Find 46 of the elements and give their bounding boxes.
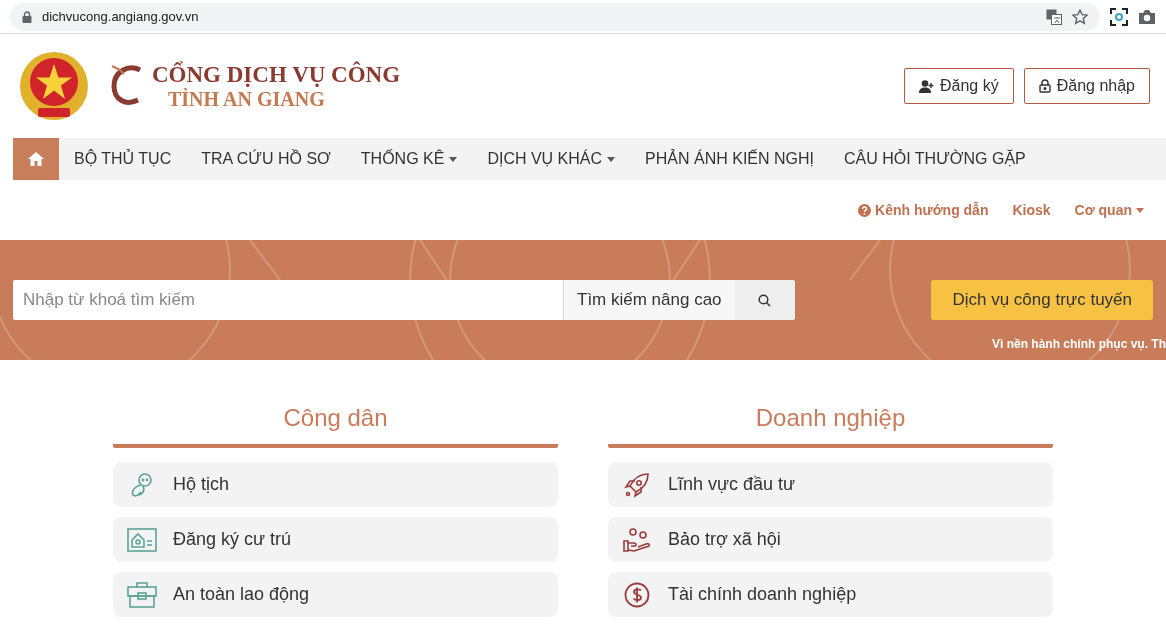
lock-icon <box>1038 79 1051 93</box>
province-name: TỈNH AN GIANG <box>168 87 326 111</box>
login-button[interactable]: Đăng nhập <box>1023 68 1150 104</box>
category-item[interactable]: Hộ tịch <box>113 462 558 507</box>
category-item[interactable]: Lĩnh vực đầu tư <box>608 462 1053 507</box>
nav-menu-item[interactable]: THỐNG KÊ <box>345 138 473 180</box>
search-icon <box>758 293 772 307</box>
search-field[interactable]: Nhập từ khoá tìm kiếm <box>13 280 563 320</box>
rocket-icon <box>624 471 650 498</box>
home-icon <box>27 151 45 167</box>
briefcase-icon <box>127 581 157 608</box>
online-services-button[interactable]: Dịch vụ công trực tuyến <box>931 280 1153 320</box>
hand-people-icon <box>623 527 651 552</box>
header-link[interactable]: Cơ quan <box>1074 202 1144 218</box>
screen-capture-icon[interactable] <box>1110 7 1128 26</box>
section-title: Doanh nghiệp <box>608 404 1053 448</box>
house-card-icon <box>127 527 157 552</box>
baby-icon <box>129 471 155 498</box>
national-emblem-icon <box>18 50 90 122</box>
user-plus-icon <box>919 79 934 93</box>
nav-menu-item[interactable]: DỊCH VỤ KHÁC <box>472 138 631 180</box>
home-tab[interactable] <box>13 138 59 180</box>
translate-icon[interactable] <box>1046 8 1062 25</box>
section-title: Công dân <box>113 404 558 448</box>
category-item[interactable]: Tài chính doanh nghiệp <box>608 572 1053 617</box>
category-item[interactable]: Bảo trợ xã hội <box>608 517 1053 562</box>
register-button[interactable]: Đăng ký <box>904 68 1014 104</box>
nav-menu-item[interactable]: CÂU HỎI THƯỜNG GẶP <box>829 138 1041 180</box>
advanced-search-button[interactable]: Tìm kiếm nâng cao <box>563 280 735 320</box>
dollar-circle-icon <box>624 581 650 608</box>
nav-menu-item[interactable]: PHẢN ÁNH KIẾN NGHỊ <box>630 138 829 180</box>
caret-icon <box>1136 207 1144 213</box>
nav-menu-item[interactable]: BỘ THỦ TỤC <box>59 138 187 180</box>
camera-icon[interactable] <box>1138 8 1156 25</box>
category-item[interactable]: An toàn lao động <box>113 572 558 617</box>
category-item[interactable]: Đăng ký cư trú <box>113 517 558 562</box>
ticker-text: Vì nền hành chính phục vụ. Th <box>992 337 1166 351</box>
caret-icon <box>607 156 616 162</box>
help-icon <box>858 203 872 217</box>
header-link[interactable]: Kênh hướng dẫn <box>858 202 989 218</box>
lock-icon <box>22 10 32 23</box>
portal-title: CỔNG DỊCH VỤ CÔNG <box>152 61 401 88</box>
star-icon[interactable] <box>1072 8 1088 25</box>
nav-menu-item[interactable]: TRA CỨU HỒ SƠ <box>186 138 346 180</box>
header-link[interactable]: Kiosk <box>1012 202 1051 218</box>
caret-icon <box>449 156 458 162</box>
